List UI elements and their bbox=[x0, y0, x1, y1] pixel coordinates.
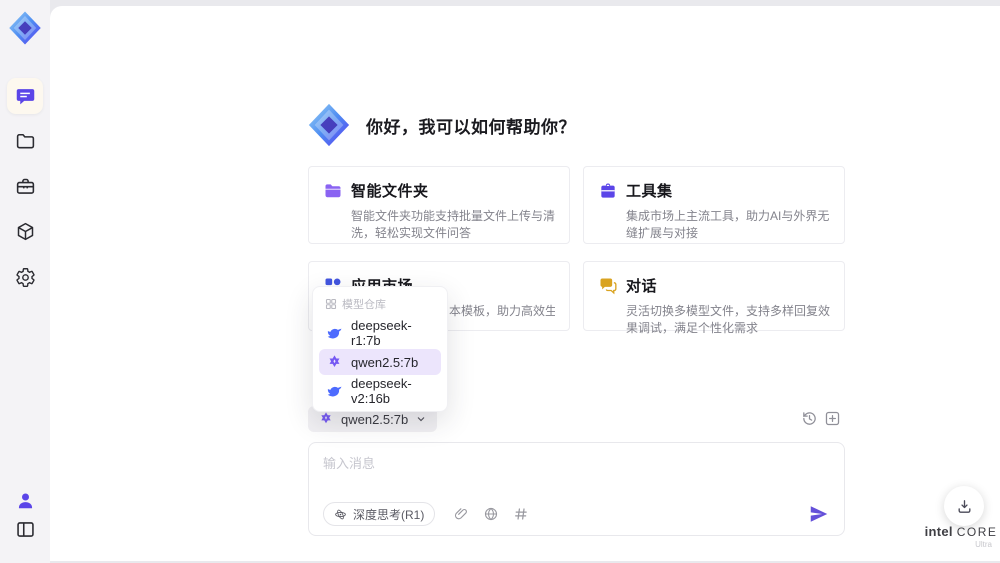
panel-icon bbox=[16, 521, 34, 537]
brand-core: CORE bbox=[956, 525, 998, 539]
card-title: 智能文件夹 bbox=[351, 183, 429, 200]
download-icon bbox=[958, 499, 970, 513]
brand-intel: intel bbox=[924, 524, 953, 539]
model-option-label: deepseek-r1:7b bbox=[351, 318, 412, 348]
sidebar-item-apps[interactable] bbox=[7, 213, 43, 249]
card-title: 工具集 bbox=[626, 183, 673, 200]
card-desc: 智能文件夹功能支持批量文件上传与清洗，轻松实现文件问答 bbox=[351, 209, 556, 240]
deep-think-label: 深度思考(R1) bbox=[353, 507, 425, 522]
message-input[interactable] bbox=[323, 453, 830, 487]
card-toolset[interactable]: 工具集 集成市场上主流工具，助力AI与外界无缝扩展与对接 bbox=[583, 166, 845, 244]
model-option-deepseek-v2[interactable]: deepseek-v2:16b bbox=[319, 376, 441, 406]
globe-icon[interactable] bbox=[483, 506, 499, 522]
gear-icon bbox=[15, 267, 35, 287]
deep-think-toggle[interactable]: 深度思考(R1) bbox=[323, 502, 436, 526]
folder-icon bbox=[16, 133, 34, 148]
sidebar bbox=[0, 0, 50, 563]
deep-think-atom-icon bbox=[335, 509, 346, 519]
model-option-label: deepseek-v2:16b bbox=[351, 376, 412, 406]
card-smart-folder[interactable]: 智能文件夹 智能文件夹功能支持批量文件上传与清洗，轻松实现文件问答 bbox=[308, 166, 570, 244]
sidebar-item-toolbox[interactable] bbox=[7, 168, 43, 204]
new-chat-button[interactable] bbox=[824, 410, 841, 427]
dialog-icon bbox=[600, 278, 617, 294]
sidebar-item-chat[interactable] bbox=[7, 78, 43, 114]
new-chat-icon bbox=[825, 411, 840, 426]
qwen-icon bbox=[329, 354, 340, 367]
sidebar-item-folders[interactable] bbox=[7, 123, 43, 159]
toolbox-icon bbox=[16, 178, 34, 194]
download-button[interactable] bbox=[944, 486, 984, 526]
greeting-text: 你好，我可以如何帮助你？ bbox=[366, 117, 576, 137]
card-dialog[interactable]: 对话 灵活切换多模型文件，支持多样回复效果调试，满足个性化需求 bbox=[583, 261, 845, 335]
history-icon bbox=[803, 412, 816, 425]
model-option-deepseek-r1[interactable]: deepseek-r1:7b bbox=[319, 318, 441, 348]
app-logo-large bbox=[308, 103, 350, 147]
model-selector-label: qwen2.5:7b bbox=[341, 411, 409, 427]
card-title: 对话 bbox=[626, 278, 658, 295]
composer: 深度思考(R1) bbox=[308, 442, 845, 536]
repository-icon bbox=[325, 298, 337, 310]
card-desc: 集成市场上主流工具，助力AI与外界无缝扩展与对接 bbox=[626, 209, 830, 240]
hero: 你好，我可以如何帮助你？ bbox=[306, 102, 576, 148]
model-group-label: 模型仓库 bbox=[342, 299, 386, 311]
sidebar-item-settings[interactable] bbox=[7, 259, 43, 295]
model-option-label: qwen2.5:7b bbox=[351, 354, 419, 370]
qwen-icon bbox=[321, 412, 331, 424]
model-dropdown-group: 模型仓库 bbox=[319, 292, 441, 317]
cube-icon bbox=[17, 222, 33, 240]
paperclip-icon[interactable] bbox=[453, 506, 469, 522]
history-button[interactable] bbox=[801, 410, 818, 427]
model-dropdown: 模型仓库 deepseek-r1:7b qwen2.5:7b deepseek-… bbox=[312, 286, 448, 412]
chat-icon bbox=[16, 88, 34, 104]
main-panel: 你好，我可以如何帮助你？ 智能文件夹 智能文件夹功能支持批量文件上传与清洗，轻松… bbox=[50, 6, 1000, 561]
deepseek-whale-icon bbox=[327, 386, 342, 396]
toolset-icon bbox=[601, 183, 615, 198]
smart-folder-icon bbox=[325, 183, 341, 197]
profile-icon bbox=[18, 493, 32, 508]
hash-icon[interactable] bbox=[513, 506, 529, 522]
model-option-qwen[interactable]: qwen2.5:7b bbox=[319, 349, 441, 375]
send-icon[interactable] bbox=[808, 503, 830, 525]
brand-tier: Ultra bbox=[975, 540, 992, 549]
app-logo bbox=[5, 8, 45, 48]
intel-core-logo: intel CORE Ultra bbox=[922, 524, 1000, 549]
card-desc: 灵活切换多模型文件，支持多样回复效果调试，满足个性化需求 bbox=[626, 304, 831, 335]
deepseek-whale-icon bbox=[327, 328, 342, 338]
chevron-down-icon bbox=[417, 417, 425, 422]
sidebar-item-panel[interactable] bbox=[7, 511, 43, 547]
